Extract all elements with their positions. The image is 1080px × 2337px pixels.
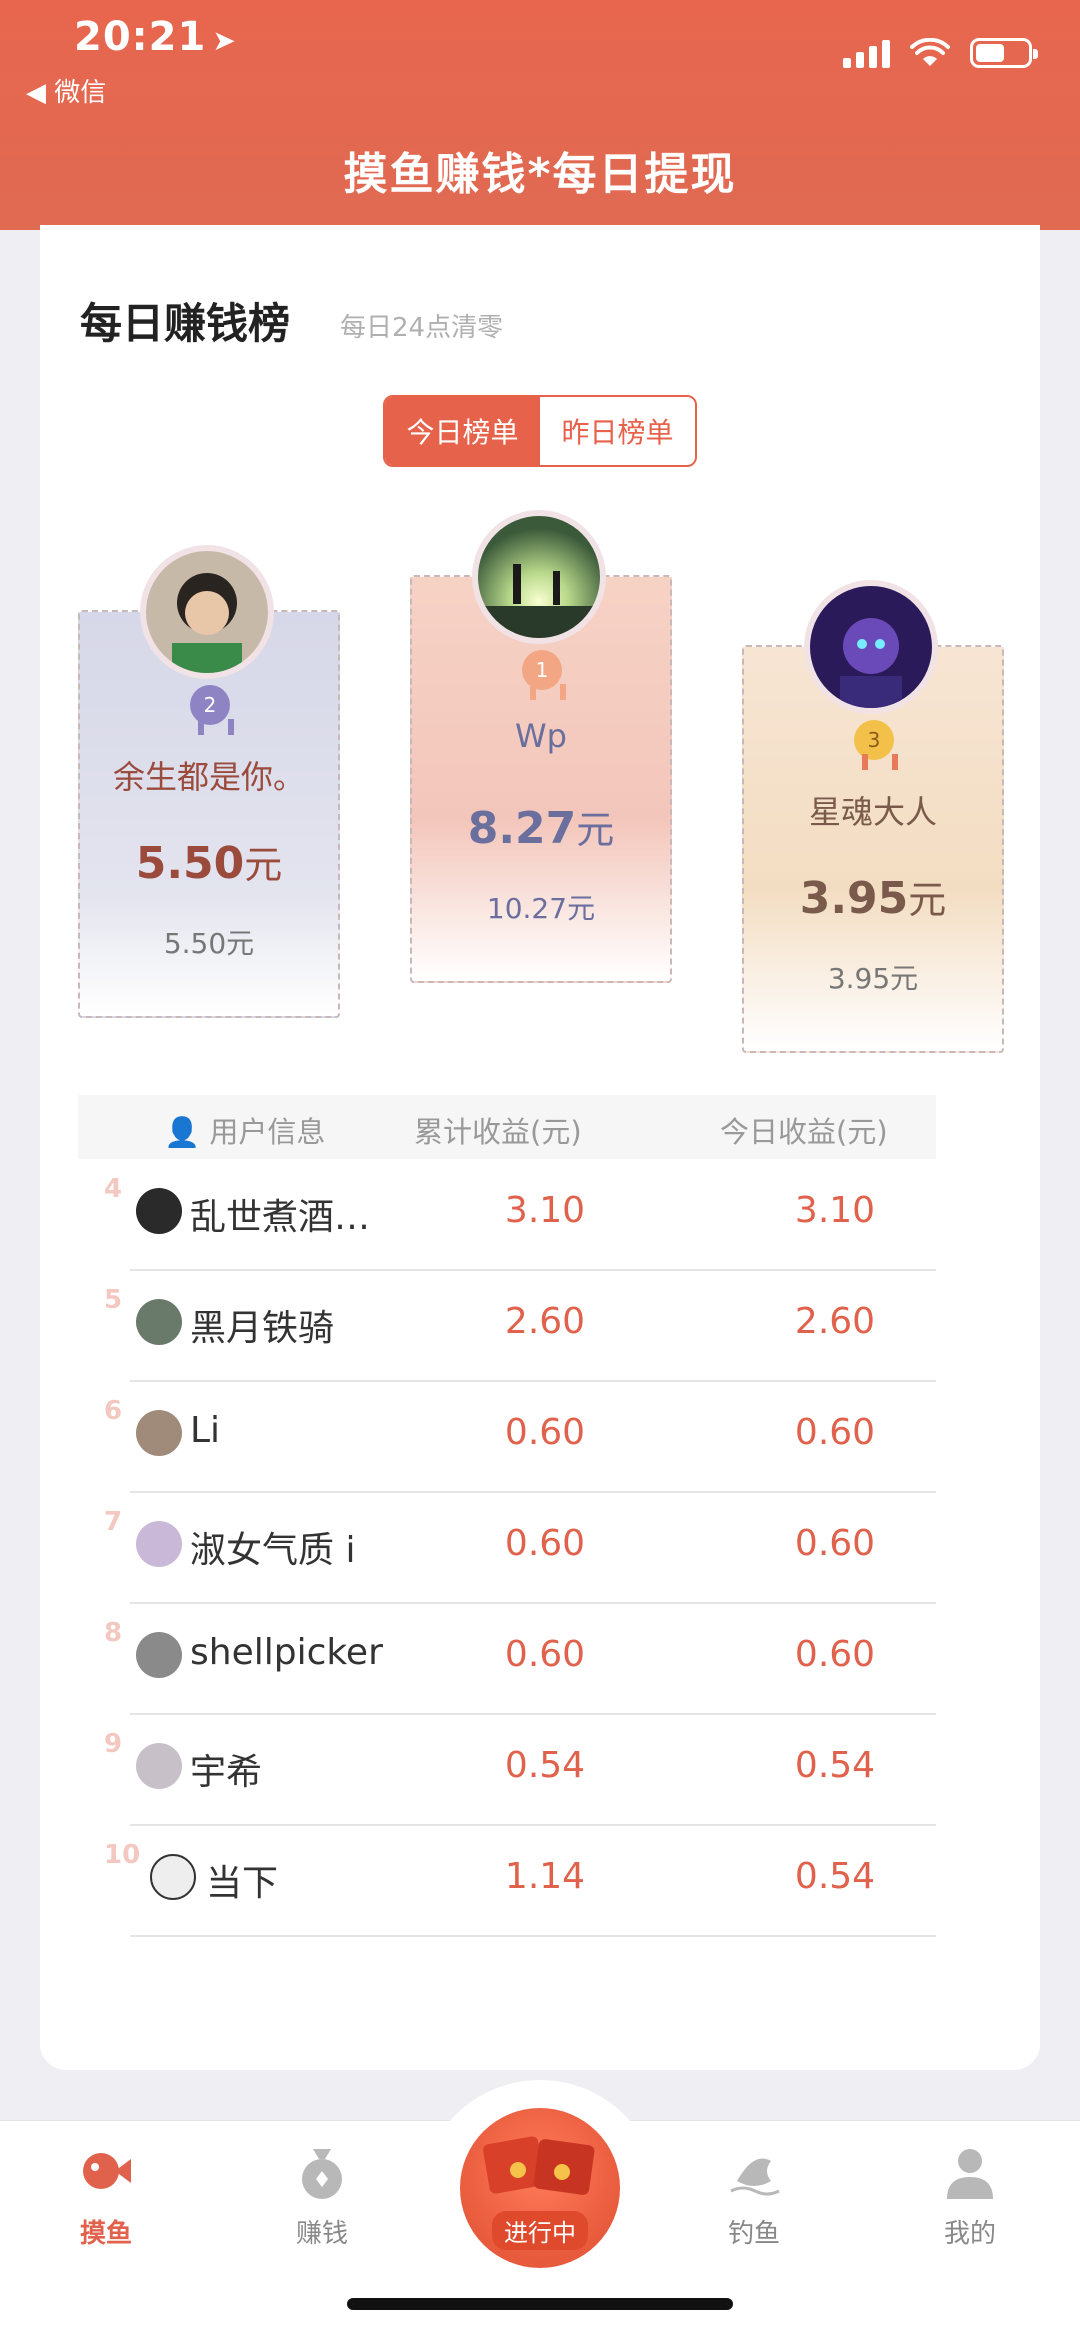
user-name: Li xyxy=(190,1410,221,1451)
profile-icon xyxy=(947,2149,993,2199)
in-progress-button[interactable]: 进行中 xyxy=(460,2108,620,2268)
tab-label: 我的 xyxy=(943,2219,996,2249)
avatar xyxy=(136,1743,182,1789)
ranking-toggle: 今日榜单 昨日榜单 xyxy=(383,395,697,467)
table-row[interactable]: 6 Li 0.60 0.60 xyxy=(104,1382,936,1493)
user-list-icon: 👤 xyxy=(164,1115,201,1149)
podium-total: 5.50元 xyxy=(163,927,255,960)
app-header: 20:21 ➤ ◀ 微信 摸鱼赚钱*每日提现 xyxy=(0,0,1080,230)
back-to-wechat-link[interactable]: ◀ 微信 xyxy=(26,72,106,109)
wifi-icon xyxy=(910,38,950,66)
money-bag-icon xyxy=(302,2149,342,2199)
total-earnings: 1.14 xyxy=(504,1856,586,1897)
today-earnings: 0.60 xyxy=(794,1412,876,1453)
header-total-earnings: 累计收益(元) xyxy=(414,1115,582,1149)
rank-number: 6 xyxy=(104,1396,123,1426)
podium-total: 10.27元 xyxy=(486,892,596,925)
tab-label: 赚钱 xyxy=(295,2219,348,2249)
user-name: shellpicker xyxy=(190,1632,383,1673)
table-row[interactable]: 9 宇希 0.54 0.54 xyxy=(104,1715,936,1826)
status-icons xyxy=(843,38,1038,68)
today-earnings: 0.60 xyxy=(794,1523,876,1564)
avatar xyxy=(136,1521,182,1567)
tab-earn[interactable]: 赚钱 xyxy=(252,2141,392,2250)
total-earnings: 0.54 xyxy=(504,1745,586,1786)
tab-label: 钓鱼 xyxy=(727,2219,780,2249)
total-earnings: 3.10 xyxy=(504,1190,586,1231)
rank-number: 4 xyxy=(104,1174,123,1204)
avatar[interactable] xyxy=(472,510,606,644)
medal-bronze-icon: 3 xyxy=(854,720,898,770)
user-name: 当下 xyxy=(206,1863,279,1904)
status-time: 20:21 ➤ xyxy=(74,14,237,60)
total-earnings: 2.60 xyxy=(504,1301,586,1342)
today-earnings: 0.54 xyxy=(794,1856,876,1897)
podium-amount: 3.95元 xyxy=(799,873,947,924)
avatar[interactable] xyxy=(804,580,938,714)
battery-icon xyxy=(970,38,1038,68)
user-name: 淑女气质 i xyxy=(190,1530,356,1571)
table-row[interactable]: 5 黑月铁骑 2.60 2.60 xyxy=(104,1271,936,1382)
table-row[interactable]: 4 乱世煮酒… 3.10 3.10 xyxy=(104,1160,936,1271)
header-today-earnings: 今日收益(元) xyxy=(720,1115,888,1149)
today-earnings: 2.60 xyxy=(794,1301,876,1342)
avatar xyxy=(136,1410,182,1456)
red-envelope-icon xyxy=(483,2136,595,2195)
ranking-card: 每日赚钱榜 每日24点清零 今日榜单 昨日榜单 余生都是你。 5.50元 5.5… xyxy=(40,225,1040,2070)
table-row[interactable]: 8 shellpicker 0.60 0.60 xyxy=(104,1604,936,1715)
medal-silver-icon: 2 xyxy=(190,685,234,735)
location-arrow-icon: ➤ xyxy=(212,24,237,57)
user-name: 宇希 xyxy=(190,1752,263,1793)
fishing-icon xyxy=(730,2158,780,2196)
podium-name: Wp xyxy=(515,717,567,755)
ranking-title: 每日赚钱榜 xyxy=(80,299,291,348)
podium-name: 星魂大人 xyxy=(808,793,937,831)
total-earnings: 0.60 xyxy=(504,1634,586,1675)
in-progress-label: 进行中 xyxy=(492,2211,588,2250)
user-name: 乱世煮酒… xyxy=(190,1197,371,1238)
cellular-signal-icon xyxy=(843,38,890,68)
today-earnings: 0.54 xyxy=(794,1745,876,1786)
podium-amount: 5.50元 xyxy=(135,838,283,889)
today-earnings: 0.60 xyxy=(794,1634,876,1675)
rank-number: 10 xyxy=(104,1840,141,1870)
medal-gold-icon: 1 xyxy=(522,650,566,700)
avatar xyxy=(150,1854,196,1900)
table-row[interactable]: 7 淑女气质 i 0.60 0.60 xyxy=(104,1493,936,1604)
tab-fish[interactable]: 摸鱼 xyxy=(36,2141,176,2250)
user-name: 黑月铁骑 xyxy=(190,1308,335,1349)
page-title: 摸鱼赚钱*每日提现 xyxy=(343,149,737,200)
tab-today[interactable]: 今日榜单 xyxy=(385,397,540,465)
table-header: 👤 用户信息 累计收益(元) 今日收益(元) xyxy=(78,1095,936,1159)
podium-name: 余生都是你。 xyxy=(112,758,305,796)
podium-total: 3.95元 xyxy=(827,962,919,995)
avatar xyxy=(136,1299,182,1345)
total-earnings: 0.60 xyxy=(504,1412,586,1453)
clock: 20:21 xyxy=(74,14,207,60)
home-indicator xyxy=(347,2298,733,2310)
avatar xyxy=(136,1188,182,1234)
rank-number: 9 xyxy=(104,1729,123,1759)
rank-number: 5 xyxy=(104,1285,123,1315)
tab-label: 摸鱼 xyxy=(79,2219,132,2249)
avatar[interactable] xyxy=(140,545,274,679)
total-earnings: 0.60 xyxy=(504,1523,586,1564)
header-user-info: 👤 用户信息 xyxy=(164,1115,326,1149)
table-row[interactable]: 10 当下 1.14 0.54 xyxy=(104,1826,936,1937)
rank-number: 7 xyxy=(104,1507,123,1537)
fish-icon xyxy=(83,2153,131,2189)
today-earnings: 3.10 xyxy=(794,1190,876,1231)
ranking-subtitle: 每日24点清零 xyxy=(340,313,504,343)
tab-yesterday[interactable]: 昨日榜单 xyxy=(540,397,695,465)
tab-profile[interactable]: 我的 xyxy=(900,2141,1040,2250)
tab-fishing[interactable]: 钓鱼 xyxy=(684,2141,824,2250)
rank-number: 8 xyxy=(104,1618,123,1648)
podium-amount: 8.27元 xyxy=(467,803,615,854)
avatar xyxy=(136,1632,182,1678)
